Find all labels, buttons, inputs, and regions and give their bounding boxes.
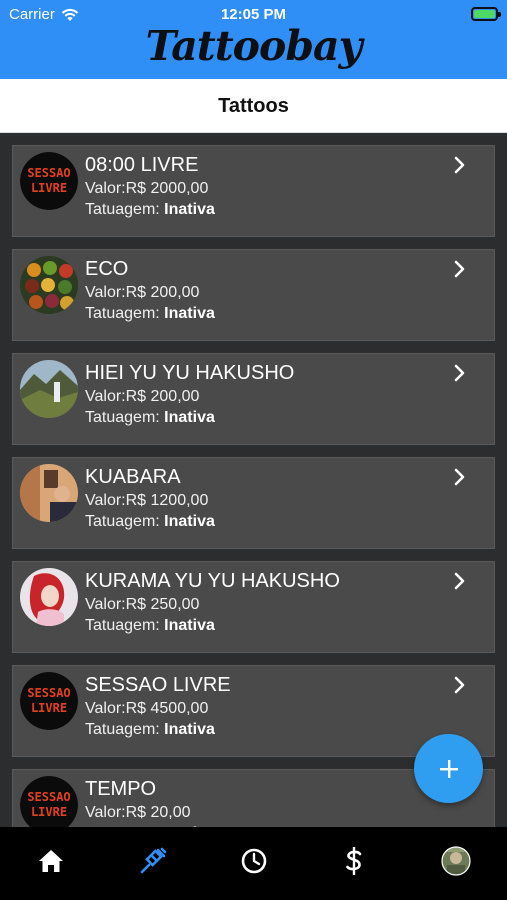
chevron-right-icon[interactable] [452, 466, 468, 488]
battery-charging-icon [471, 7, 501, 21]
tattoo-name: 08:00 LIVRE [85, 154, 199, 176]
plus-icon [439, 759, 458, 778]
tattoo-card[interactable]: HIEI YU YU HAKUSHO Valor:R$ 200,00 Tatuage… [12, 353, 495, 445]
tattoo-status-label: Tatuagem: [85, 409, 160, 426]
tattoo-status: Tatuagem: Inativa [85, 201, 215, 219]
tattoo-price: Valor:R$ 2000,00 [85, 180, 209, 197]
tattoo-name: KURAMA YU YU HAKUSHO [85, 570, 340, 592]
tattoo-name: TEMPO [85, 778, 157, 800]
tab-bar [0, 827, 507, 900]
thumb-logo-line2: LIVRE [31, 701, 67, 715]
thumb-logo-line2: LIVRE [31, 805, 67, 819]
thumb-logo-line1: SESSAO [27, 166, 70, 180]
tattoo-card[interactable]: SESSAO LIVRE SESSAO LIVRE Valor:R$ 4500,00 T… [12, 665, 495, 757]
tattoo-status: Tatuagem: Inativa [85, 617, 215, 635]
tattoo-card[interactable]: SESSAO LIVRE 08:00 LIVRE Valor:R$ 2000,00 Ta… [12, 145, 495, 237]
tattoo-status-value: Inativa [164, 617, 215, 634]
status-time: 12:05 PM [220, 6, 287, 23]
clock-icon [241, 848, 267, 874]
tab-finance[interactable] [334, 841, 374, 881]
home-icon [39, 850, 63, 872]
thumb-logo-line1: SESSAO [27, 790, 70, 804]
tattoo-name: HIEI YU YU HAKUSHO [85, 362, 295, 384]
tattoo-thumbnail: SESSAO LIVRE [20, 672, 78, 730]
chevron-right-icon[interactable] [452, 674, 468, 696]
add-tattoo-button[interactable] [414, 734, 483, 803]
tab-profile[interactable] [436, 841, 476, 881]
chevron-right-icon[interactable] [452, 154, 468, 176]
tattoo-machine-icon [140, 847, 167, 874]
tattoo-status-value: Inativa [164, 721, 215, 738]
tattoo-list[interactable]: SESSAO LIVRE 08:00 LIVRE Valor:R$ 2000,00 Ta… [0, 133, 507, 827]
brand-logo: Tattoobay [145, 22, 363, 70]
tattoo-card[interactable]: KURAMA YU YU HAKUSHO Valor:R$ 250,00 Tatua… [12, 561, 495, 653]
chevron-right-icon[interactable] [452, 258, 468, 280]
tattoo-card[interactable]: KUABARA Valor:R$ 1200,00 Tatuagem: Inativa [12, 457, 495, 549]
tattoo-price: Valor:R$ 1200,00 [85, 492, 209, 509]
thumb-logo-line1: SESSAO [27, 686, 70, 700]
tattoo-status-value: Inativa [164, 201, 215, 218]
chevron-right-icon[interactable] [452, 570, 468, 592]
dollar-icon [346, 847, 362, 875]
profile-avatar-icon [441, 846, 471, 876]
tattoo-status-label: Tatuagem: [85, 201, 160, 218]
tattoo-price: Valor:R$ 20,00 [85, 804, 191, 821]
tab-schedule[interactable] [234, 841, 274, 881]
tab-home[interactable] [31, 841, 71, 881]
brand-header: Carrier 12:05 PM Tattoobay [0, 0, 507, 79]
tattoo-status-label: Tatuagem: [85, 513, 160, 530]
tattoo-status-value: Inativa [164, 513, 215, 530]
tattoo-name: ECO [85, 258, 129, 280]
tattoo-price: Valor:R$ 4500,00 [85, 700, 209, 717]
tattoo-name: KUABARA [85, 466, 181, 488]
tattoo-status-label: Tatuagem: [85, 617, 160, 634]
tattoo-card[interactable]: ECO Valor:R$ 200,00 Tatuagem: Inativa [12, 249, 495, 341]
tattoo-status: Tatuagem: Inativa [85, 305, 215, 323]
tattoo-status: Tatuagem: Inativa [85, 721, 215, 739]
chevron-right-icon[interactable] [452, 362, 468, 384]
tattoo-thumbnail [20, 256, 78, 314]
tattoo-thumbnail: SESSAO LIVRE [20, 152, 78, 210]
tattoo-status-value: Inativa [164, 305, 215, 322]
tattoo-status-value: Inativa [164, 409, 215, 426]
tattoo-price: Valor:R$ 250,00 [85, 596, 200, 613]
tab-tattoos[interactable] [133, 841, 173, 881]
thumb-logo-line2: LIVRE [31, 181, 67, 195]
tattoo-status: Tatuagem: Inativa [85, 409, 215, 427]
tattoo-status: Tatuagem: Inativa [85, 513, 215, 531]
tattoo-name: SESSAO LIVRE [85, 674, 231, 696]
tattoo-price: Valor:R$ 200,00 [85, 284, 200, 301]
tattoo-thumbnail: SESSAO LIVRE [20, 776, 78, 827]
app-screen: Carrier 12:05 PM Tattoobay Tattoos SESSA… [0, 0, 507, 900]
tattoo-price: Valor:R$ 200,00 [85, 388, 200, 405]
page-title: Tattoos [218, 95, 289, 117]
tattoo-thumbnail [20, 360, 78, 418]
title-bar: Tattoos [0, 79, 507, 133]
tattoo-thumbnail [20, 568, 78, 626]
tattoo-status-label: Tatuagem: [85, 721, 160, 738]
tattoo-thumbnail [20, 464, 78, 522]
tattoo-status-label: Tatuagem: [85, 305, 160, 322]
